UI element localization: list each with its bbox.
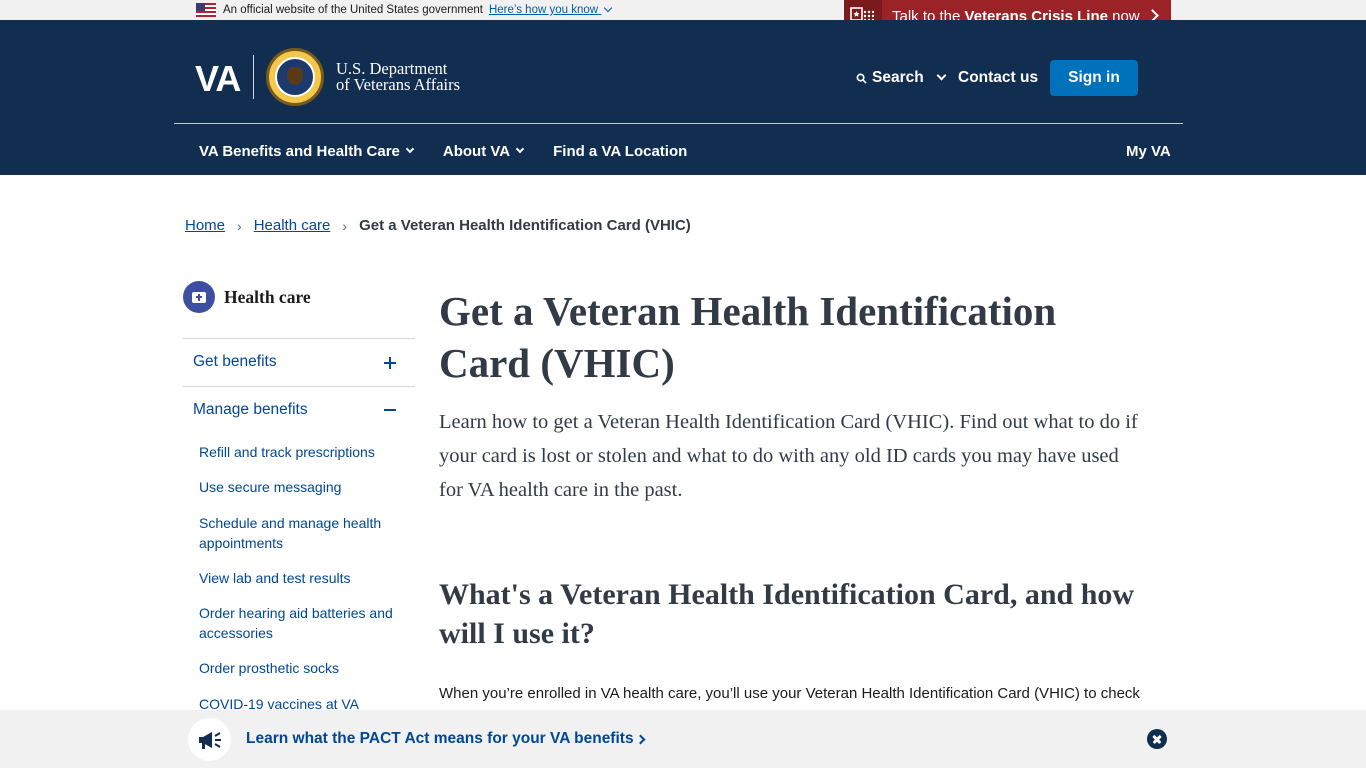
header-divider <box>174 123 1183 124</box>
sidebar-header: Health care <box>183 281 311 313</box>
sidebar-item-lab-results[interactable]: View lab and test results <box>199 568 404 588</box>
body-paragraph: When you’re enrolled in VA health care, … <box>439 685 1140 702</box>
site-header: VA U.S. Department of Veterans Affairs S… <box>0 20 1366 175</box>
va-logo[interactable]: VA <box>195 58 241 100</box>
logo-divider <box>253 55 254 99</box>
page-title: Get a Veteran Health Identification Card… <box>439 288 1057 386</box>
nav-item-about[interactable]: About VA <box>442 143 525 160</box>
search-icon <box>856 73 867 84</box>
medical-kit-box <box>192 291 206 303</box>
heres-how-you-know-label: Here’s how you know <box>488 4 599 16</box>
chevron-down-icon <box>604 3 613 13</box>
chevron-down-icon <box>405 144 415 153</box>
search-button[interactable]: Search <box>856 69 947 87</box>
official-banner-text: An official website of the United States… <box>223 4 483 16</box>
medical-kit-icon <box>183 281 215 313</box>
nav-item-label: Find a VA Location <box>553 143 688 160</box>
breadcrumb-separator: › <box>342 217 348 234</box>
sidebar-item-secure-messaging[interactable]: Use secure messaging <box>199 477 404 497</box>
sidebar-item-prosthetic-socks[interactable]: Order prosthetic socks <box>199 658 404 678</box>
us-flag-icon <box>196 3 216 17</box>
pact-act-link[interactable]: Learn what the PACT Act means for your V… <box>246 730 646 748</box>
sidebar-title: Health care <box>224 286 311 307</box>
collapse-minus-icon[interactable] <box>384 409 396 411</box>
sidebar-item-hearing-aid[interactable]: Order hearing aid batteries and accessor… <box>199 603 404 643</box>
chevron-down-icon <box>515 144 525 153</box>
sidebar-divider <box>183 338 415 339</box>
chevron-down-icon <box>936 70 947 80</box>
nav-item-benefits[interactable]: VA Benefits and Health Care <box>199 143 415 160</box>
department-name[interactable]: U.S. Department of Veterans Affairs <box>336 60 461 94</box>
dept-line-2: of Veterans Affairs <box>336 75 461 94</box>
breadcrumb-health-care[interactable]: Health care <box>254 217 331 234</box>
my-va-link[interactable]: My VA <box>1126 143 1171 160</box>
intro-text: Learn how to get a Veteran Health Identi… <box>439 411 1138 501</box>
sidebar-divider <box>183 386 415 387</box>
main-nav: VA Benefits and Health Care About VA Fin… <box>199 143 717 160</box>
breadcrumb-home[interactable]: Home <box>185 217 225 234</box>
seal-eagle <box>275 57 315 97</box>
heres-how-you-know-link[interactable]: Here’s how you know <box>488 3 613 16</box>
breadcrumb-current: Get a Veteran Health Identification Card… <box>359 217 691 234</box>
breadcrumb-separator: › <box>237 217 242 234</box>
sidebar-item-appointments[interactable]: Schedule and manage health appointments <box>199 513 404 553</box>
megaphone-svg <box>198 731 221 749</box>
nav-item-find-location[interactable]: Find a VA Location <box>553 143 687 160</box>
sign-in-button[interactable]: Sign in <box>1050 60 1138 96</box>
expand-plus-icon[interactable] <box>384 357 396 369</box>
close-icon[interactable] <box>1147 729 1167 749</box>
pact-act-banner: Learn what the PACT Act means for your V… <box>0 710 1366 768</box>
sidebar-section-get-benefits[interactable]: Get benefits <box>193 353 277 371</box>
nav-item-label: About VA <box>442 143 511 160</box>
sidebar-item-refill-prescriptions[interactable]: Refill and track prescriptions <box>199 442 404 462</box>
va-seal-icon[interactable] <box>266 48 324 106</box>
pact-act-label: Learn what the PACT Act means for your V… <box>246 730 634 747</box>
section-heading: What's a Veteran Health Identification C… <box>439 578 1135 650</box>
official-banner-content: An official website of the United States… <box>196 3 613 17</box>
chevron-right-icon <box>635 734 646 744</box>
nav-item-label: VA Benefits and Health Care <box>199 143 400 160</box>
megaphone-icon <box>188 718 231 761</box>
breadcrumb: Home › Health care › Get a Veteran Healt… <box>185 217 691 234</box>
search-label: Search <box>872 69 924 86</box>
sidebar-section-manage-benefits[interactable]: Manage benefits <box>193 401 308 419</box>
contact-us-link[interactable]: Contact us <box>958 69 1038 87</box>
